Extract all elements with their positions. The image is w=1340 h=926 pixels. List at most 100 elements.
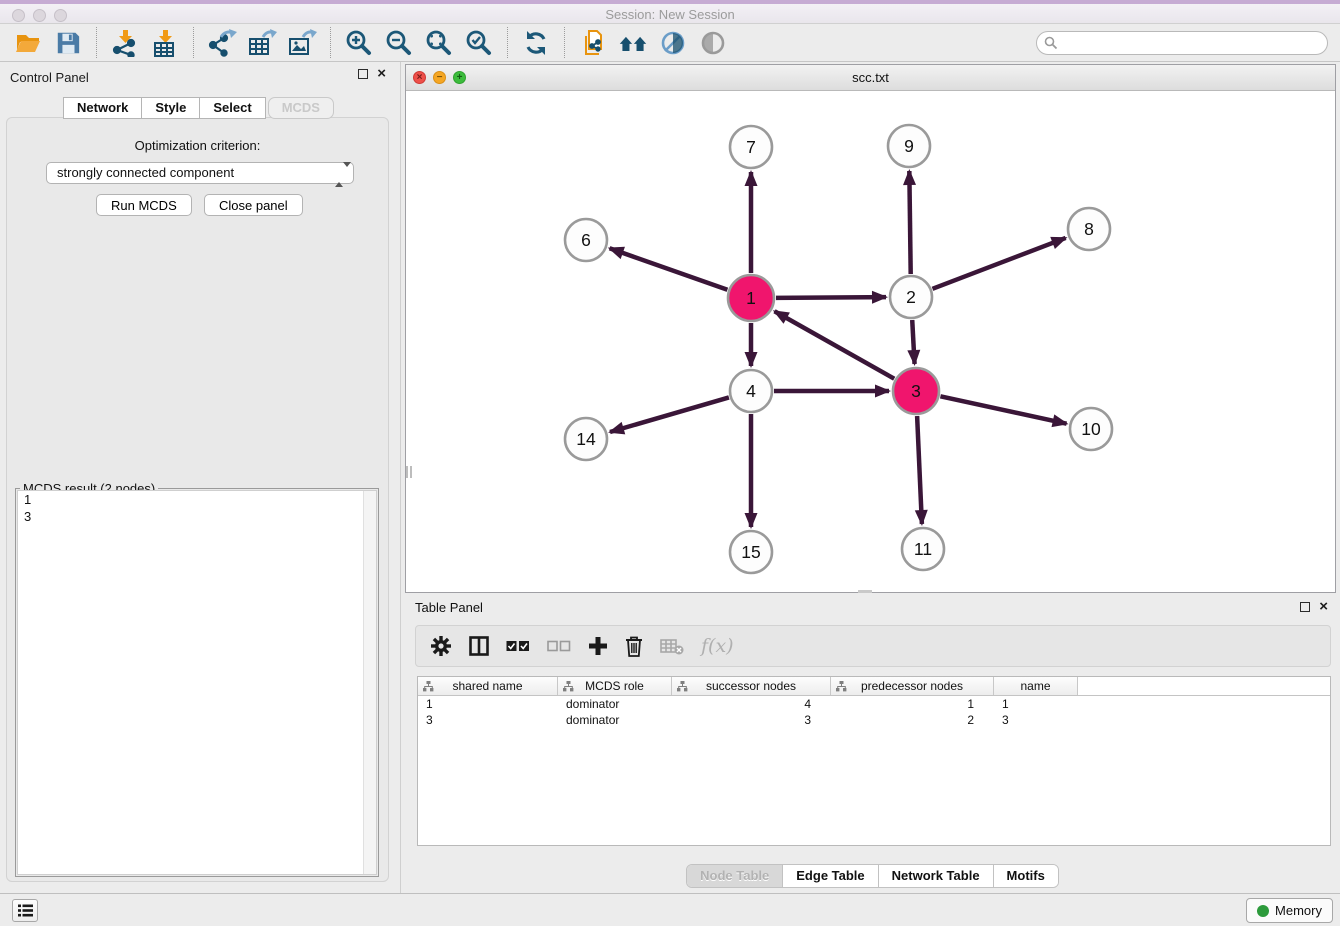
- graph-node-10[interactable]: 10: [1070, 408, 1112, 450]
- memory-button[interactable]: Memory: [1246, 898, 1333, 923]
- table-cell[interactable]: 3: [418, 713, 558, 727]
- table-cell[interactable]: 1: [418, 697, 558, 711]
- table-cell[interactable]: 4: [672, 697, 831, 711]
- column-header-successor-nodes[interactable]: successor nodes: [672, 677, 831, 695]
- network-view-window: × − + scc.txt 7 9 6 8 1 2 4 3 14 10 15 11: [405, 64, 1336, 593]
- table-header-row: shared nameMCDS role successor nodes prede…: [418, 677, 1330, 696]
- table-cell[interactable]: dominator: [558, 713, 672, 727]
- close-panel-icon[interactable]: ×: [1319, 602, 1328, 612]
- graph-node-label: 14: [576, 429, 596, 449]
- show-columns-button[interactable]: [469, 636, 489, 656]
- graph-node-4[interactable]: 4: [730, 370, 772, 412]
- hide-show-button[interactable]: [698, 28, 728, 58]
- title-bar: Session: New Session: [0, 0, 1340, 24]
- graph-edge-2-8[interactable]: [932, 238, 1065, 289]
- graph-edge-4-14[interactable]: [610, 397, 729, 432]
- graph-edge-2-3[interactable]: [912, 320, 914, 364]
- refresh-view-button[interactable]: [521, 28, 551, 58]
- graph-edge-2-9[interactable]: [909, 171, 910, 274]
- clone-network-button[interactable]: [578, 28, 608, 58]
- style-appearance-button[interactable]: [658, 28, 688, 58]
- zoom-out-button[interactable]: [384, 28, 414, 58]
- graph-node-2[interactable]: 2: [890, 276, 932, 318]
- tab-motifs[interactable]: Motifs: [994, 865, 1058, 887]
- float-panel-icon[interactable]: [358, 69, 368, 79]
- network-window-titlebar[interactable]: × − + scc.txt: [406, 65, 1335, 91]
- column-header-label: successor nodes: [706, 679, 796, 693]
- graph-node-9[interactable]: 9: [888, 125, 930, 167]
- splitter-grip[interactable]: [406, 466, 412, 478]
- search-input[interactable]: [1036, 31, 1328, 55]
- column-header-predecessor-nodes[interactable]: predecessor nodes: [831, 677, 994, 695]
- mcds-result-item[interactable]: 3: [18, 508, 376, 525]
- import-table-icon: [151, 29, 179, 57]
- delete-column-button[interactable]: [625, 636, 643, 657]
- table-cell[interactable]: 3: [994, 713, 1078, 727]
- graph-node-15[interactable]: 15: [730, 531, 772, 573]
- tab-mcds[interactable]: MCDS: [268, 97, 334, 119]
- graph-node-11[interactable]: 11: [902, 528, 944, 570]
- column-header-mcds-role[interactable]: MCDS role: [558, 677, 672, 695]
- export-network-button[interactable]: [207, 28, 237, 58]
- tab-network-table[interactable]: Network Table: [879, 865, 994, 887]
- float-panel-icon[interactable]: [1300, 602, 1310, 612]
- export-image-button[interactable]: [287, 28, 317, 58]
- graph-node-label: 3: [911, 381, 921, 401]
- delete-table-button[interactable]: [660, 637, 684, 655]
- import-network-button[interactable]: [110, 28, 140, 58]
- select-all-button[interactable]: [506, 640, 530, 652]
- tab-edge-table[interactable]: Edge Table: [783, 865, 878, 887]
- close-panel-button[interactable]: Close panel: [204, 194, 303, 216]
- graph-edge-3-10[interactable]: [940, 396, 1066, 423]
- network-maximize-button[interactable]: +: [453, 71, 466, 84]
- graph-edge-3-1[interactable]: [775, 311, 895, 378]
- function-builder-button[interactable]: f(x): [701, 635, 734, 657]
- table-tabs-bar: Node TableEdge TableNetwork TableMotifs: [405, 864, 1340, 888]
- panel-splitter[interactable]: [400, 62, 401, 893]
- table-cell[interactable]: 2: [831, 713, 994, 727]
- close-panel-icon[interactable]: ×: [377, 69, 386, 79]
- tab-network[interactable]: Network: [63, 97, 142, 119]
- tab-select[interactable]: Select: [199, 97, 265, 119]
- graph-edge-1-6[interactable]: [610, 248, 728, 289]
- tab-node-table[interactable]: Node Table: [687, 865, 783, 887]
- zoom-selected-button[interactable]: [464, 28, 494, 58]
- column-header-name[interactable]: name: [994, 677, 1078, 695]
- splitter-grip[interactable]: [858, 590, 872, 593]
- column-header-shared-name[interactable]: shared name: [418, 677, 558, 695]
- graph-node-3[interactable]: 3: [893, 368, 939, 414]
- zoom-fit-button[interactable]: [424, 28, 454, 58]
- network-close-button[interactable]: ×: [413, 71, 426, 84]
- table-row[interactable]: 3dominator323: [418, 712, 1330, 728]
- graph-edge-3-11[interactable]: [917, 416, 922, 524]
- optimization-criterion-dropdown[interactable]: strongly connected component: [46, 162, 354, 184]
- run-mcds-button[interactable]: Run MCDS: [96, 194, 192, 216]
- open-session-button[interactable]: [13, 28, 43, 58]
- task-history-button[interactable]: [12, 899, 38, 922]
- graph-node-14[interactable]: 14: [565, 418, 607, 460]
- graph-edge-1-2[interactable]: [776, 297, 886, 298]
- save-session-button[interactable]: [53, 28, 83, 58]
- network-minimize-button[interactable]: −: [433, 71, 446, 84]
- export-table-button[interactable]: [247, 28, 277, 58]
- paintbrush-icon: [659, 29, 687, 57]
- mcds-result-scrollbar[interactable]: [363, 491, 376, 874]
- graph-node-6[interactable]: 6: [565, 219, 607, 261]
- graph-node-7[interactable]: 7: [730, 126, 772, 168]
- table-options-button[interactable]: [430, 635, 452, 657]
- mcds-result-item[interactable]: 1: [18, 491, 376, 508]
- home-layout-button[interactable]: [618, 28, 648, 58]
- table-cell[interactable]: dominator: [558, 697, 672, 711]
- table-cell[interactable]: 3: [672, 713, 831, 727]
- import-table-button[interactable]: [150, 28, 180, 58]
- tab-style[interactable]: Style: [141, 97, 200, 119]
- network-canvas[interactable]: 7 9 6 8 1 2 4 3 14 10 15 11: [406, 91, 1335, 592]
- table-row[interactable]: 1dominator411: [418, 696, 1330, 712]
- zoom-in-button[interactable]: [344, 28, 374, 58]
- create-column-button[interactable]: [588, 636, 608, 656]
- table-cell[interactable]: 1: [831, 697, 994, 711]
- graph-node-8[interactable]: 8: [1068, 208, 1110, 250]
- deselect-all-button[interactable]: [547, 640, 571, 652]
- table-cell[interactable]: 1: [994, 697, 1078, 711]
- graph-node-1[interactable]: 1: [728, 275, 774, 321]
